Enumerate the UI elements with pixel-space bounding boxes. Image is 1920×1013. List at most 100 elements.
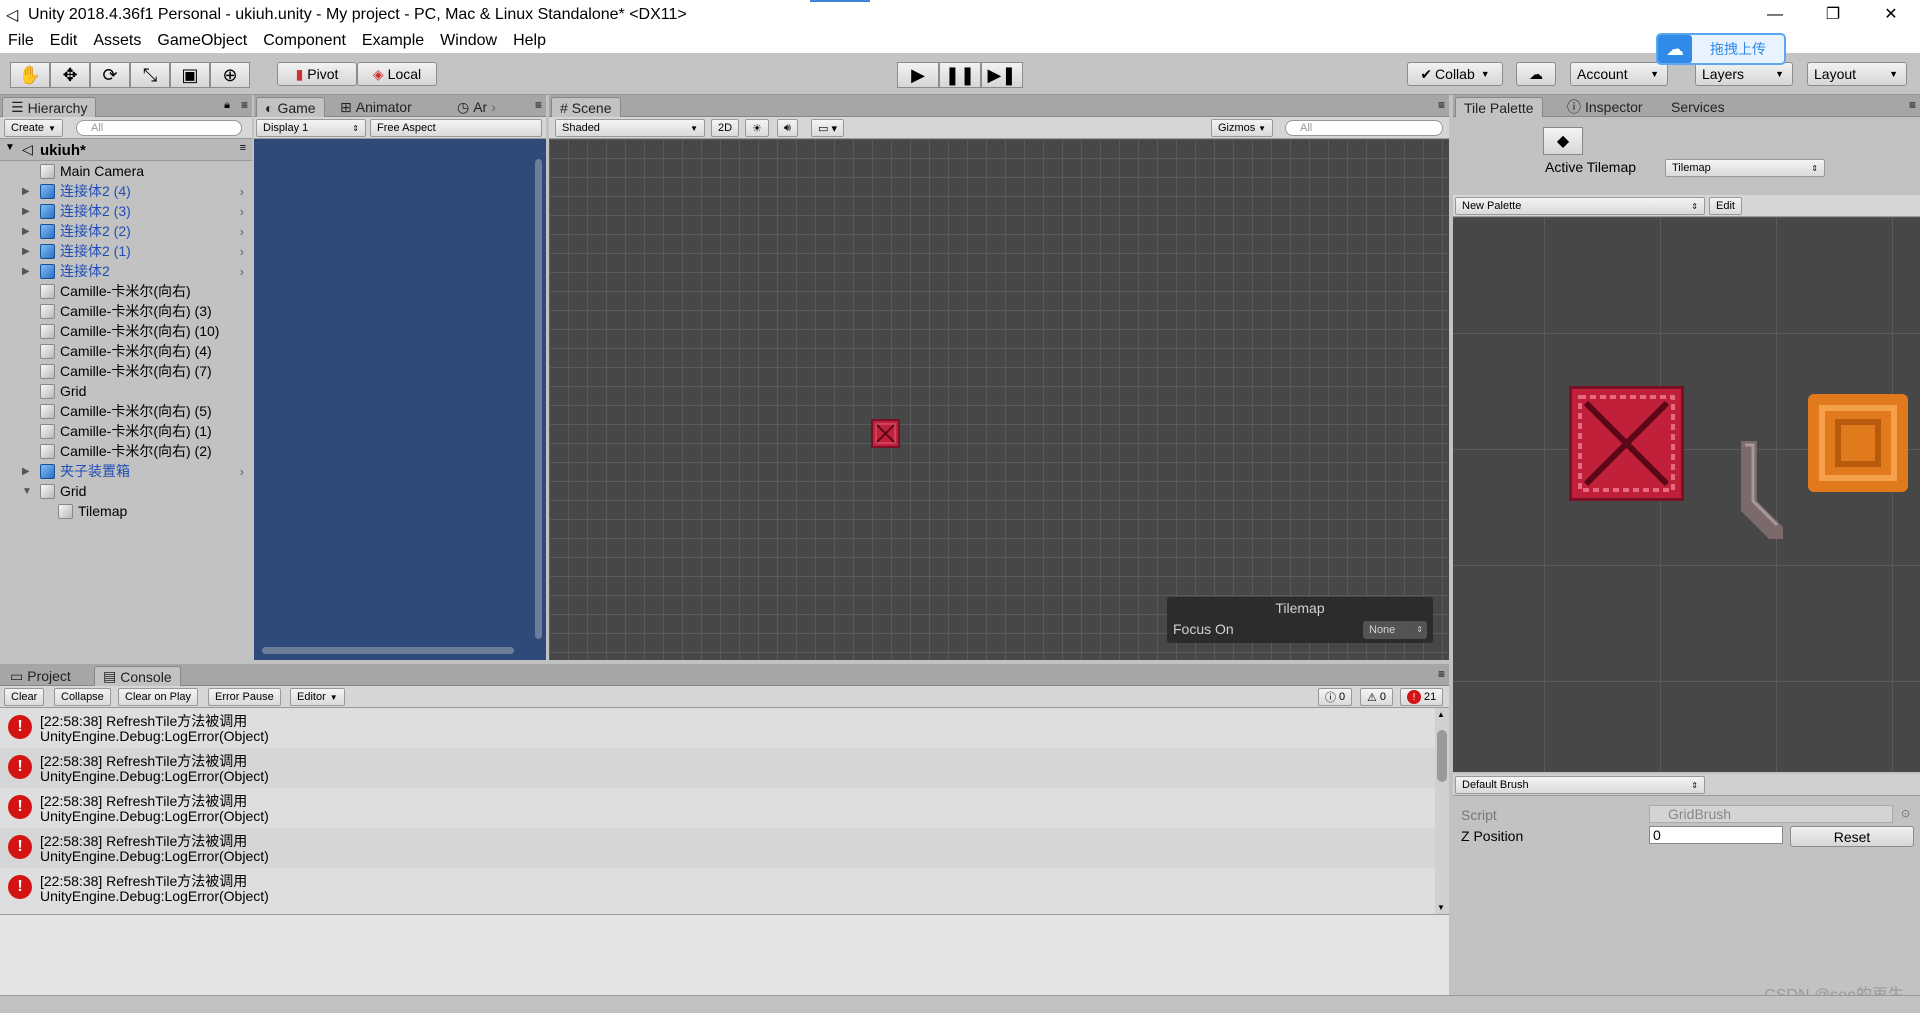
hierarchy-item[interactable]: Camille-卡米尔(向右) (4) xyxy=(0,341,250,361)
hierarchy-item[interactable]: ▶ 连接体2 (3) › xyxy=(0,201,250,221)
expand-arrow-icon[interactable]: ▶ xyxy=(22,466,30,477)
fill-bucket-icon[interactable]: ◆ xyxy=(1543,127,1583,155)
menu-assets[interactable]: Assets xyxy=(85,32,149,50)
hierarchy-item[interactable]: ▼ Grid xyxy=(0,481,250,501)
hierarchy-item[interactable]: ▶ 连接体2 (2) › xyxy=(0,221,250,241)
play-button[interactable]: ▶ xyxy=(897,62,939,88)
pivot-button[interactable]: ▮ Pivot xyxy=(277,62,357,86)
game-view[interactable] xyxy=(254,139,546,660)
menu-help[interactable]: Help xyxy=(505,32,554,50)
menu-gameobject[interactable]: GameObject xyxy=(149,32,255,50)
panel-menu-icon[interactable]: ≡ xyxy=(241,98,248,112)
scroll-down-icon[interactable]: ▼ xyxy=(1437,903,1445,912)
chevron-right-icon[interactable]: › xyxy=(240,464,244,479)
mode-2d-toggle[interactable]: 2D xyxy=(711,119,740,137)
edit-palette-button[interactable]: Edit xyxy=(1709,197,1742,215)
clear-button[interactable]: Clear xyxy=(4,688,45,706)
error-filter-toggle[interactable]: ! 21 xyxy=(1400,688,1444,706)
panel-menu-icon[interactable]: ≡ xyxy=(535,98,542,112)
tab-ar[interactable]: ◷ Ar › xyxy=(449,97,504,117)
maximize-button[interactable]: ❐ xyxy=(1804,0,1862,29)
lighting-toggle-icon[interactable]: ☀ xyxy=(745,119,769,137)
console-log-entry[interactable]: ! [22:58:38] RefreshTile方法被调用 UnityEngine.… xyxy=(0,828,1435,868)
palette-grid[interactable] xyxy=(1453,217,1920,772)
step-button[interactable]: ▶❚ xyxy=(981,62,1023,88)
hierarchy-item[interactable]: Grid xyxy=(0,381,250,401)
local-button[interactable]: ◈ Local xyxy=(357,62,437,86)
console-log-entry[interactable]: ! [22:58:38] RefreshTile方法被调用 UnityEngine.… xyxy=(0,748,1435,788)
scene-view[interactable]: Tilemap Focus On None ⇕ xyxy=(549,139,1449,660)
rect-tool-icon[interactable]: ▣ xyxy=(170,62,210,88)
lock-icon[interactable]: 🔒︎ xyxy=(224,99,230,112)
tab-game[interactable]: ◐ Game xyxy=(256,97,325,117)
tab-animator[interactable]: ⊞ Animator xyxy=(332,97,420,117)
display-dropdown[interactable]: Display 1 ⇕ xyxy=(256,119,366,137)
console-log-entry[interactable]: ! [22:58:38] RefreshTile方法被调用 UnityEngine.… xyxy=(0,868,1435,908)
tab-inspector[interactable]: ⓘ Inspector xyxy=(1559,97,1651,117)
console-scrollbar-track[interactable]: ▲ ▼ xyxy=(1435,708,1449,914)
hierarchy-item[interactable]: Camille-卡米尔(向右) (2) xyxy=(0,441,250,461)
transform-tool-icon[interactable]: ⊕ xyxy=(210,62,250,88)
hierarchy-item[interactable]: Camille-卡米尔(向右) xyxy=(0,281,250,301)
game-vertical-scrollbar[interactable] xyxy=(535,159,542,639)
chevron-right-icon[interactable]: › xyxy=(240,264,244,279)
reset-button[interactable]: Reset xyxy=(1790,826,1914,847)
hierarchy-item[interactable]: Tilemap xyxy=(0,501,250,521)
expand-arrow-icon[interactable]: ▶ xyxy=(22,246,30,257)
layers-dropdown[interactable]: Layers ▼ xyxy=(1695,62,1793,86)
tab-project[interactable]: ▭ Project xyxy=(2,666,79,686)
palette-dropdown[interactable]: New Palette ⇕ xyxy=(1455,197,1705,215)
pause-button[interactable]: ❚❚ xyxy=(939,62,981,88)
cloud-button[interactable]: ☁ xyxy=(1516,62,1556,86)
tab-services[interactable]: Services xyxy=(1663,97,1733,117)
layout-dropdown[interactable]: Layout ▼ xyxy=(1807,62,1907,86)
panel-menu-icon[interactable]: ≡ xyxy=(1909,98,1916,112)
account-dropdown[interactable]: Account ▼ xyxy=(1570,62,1668,86)
palette-arm-tile[interactable] xyxy=(1735,441,1791,541)
scale-tool-icon[interactable]: ⤡ xyxy=(130,62,170,88)
expand-arrow-icon[interactable]: ▶ xyxy=(22,266,30,277)
console-scrollbar-thumb[interactable] xyxy=(1437,730,1447,782)
collapse-arrow-icon[interactable]: ▼ xyxy=(5,142,15,153)
expand-arrow-icon[interactable]: ▶ xyxy=(22,186,30,197)
object-picker-icon[interactable]: ⊙ xyxy=(1901,807,1910,820)
console-log-entry[interactable]: ! [22:58:38] RefreshTile方法被调用 UnityEngine.… xyxy=(0,788,1435,828)
tab-tile-palette[interactable]: Tile Palette xyxy=(1455,97,1543,117)
hand-tool-icon[interactable]: ✋ xyxy=(10,62,50,88)
hierarchy-item[interactable]: Camille-卡米尔(向右) (3) xyxy=(0,301,250,321)
panel-menu-icon[interactable]: ≡ xyxy=(1438,98,1445,112)
close-button[interactable]: ✕ xyxy=(1862,0,1920,29)
menu-file[interactable]: File xyxy=(0,32,42,50)
scene-search-input[interactable]: All xyxy=(1285,120,1443,136)
console-log-entry[interactable]: ! [22:58:38] RefreshTile方法被调用 UnityEngine.… xyxy=(0,708,1435,748)
hierarchy-item[interactable]: Camille-卡米尔(向右) (7) xyxy=(0,361,250,381)
expand-arrow-icon[interactable]: ▶ xyxy=(22,226,30,237)
hierarchy-item[interactable]: Camille-卡米尔(向右) (10) xyxy=(0,321,250,341)
menu-edit[interactable]: Edit xyxy=(42,32,86,50)
menu-component[interactable]: Component xyxy=(255,32,354,50)
hierarchy-item[interactable]: ▶ 连接体2 (1) › xyxy=(0,241,250,261)
hierarchy-item[interactable]: Camille-卡米尔(向右) (5) xyxy=(0,401,250,421)
warning-filter-toggle[interactable]: ⚠ 0 xyxy=(1360,688,1393,706)
rotate-tool-icon[interactable]: ⟳ xyxy=(90,62,130,88)
info-filter-toggle[interactable]: ⓘ 0 xyxy=(1318,688,1353,706)
tab-hierarchy[interactable]: ☰ Hierarchy xyxy=(2,97,97,117)
scene-tile-sprite[interactable] xyxy=(871,419,900,448)
chevron-right-icon[interactable]: › xyxy=(240,244,244,259)
focus-on-dropdown[interactable]: None ⇕ xyxy=(1363,621,1427,639)
move-tool-icon[interactable]: ✥ xyxy=(50,62,90,88)
scroll-up-icon[interactable]: ▲ xyxy=(1437,710,1445,719)
scene-menu-icon[interactable]: ≡ xyxy=(240,142,246,154)
gizmos-dropdown[interactable]: Gizmos ▼ xyxy=(1211,119,1273,137)
clear-on-play-button[interactable]: Clear on Play xyxy=(118,688,199,706)
menu-window[interactable]: Window xyxy=(432,32,505,50)
upload-badge[interactable]: ☁ 拖拽上传 xyxy=(1656,33,1786,65)
hierarchy-item[interactable]: Camille-卡米尔(向右) (1) xyxy=(0,421,250,441)
scene-row[interactable]: ▼ ◁ ukiuh* ≡ xyxy=(0,139,252,161)
expand-arrow-icon[interactable]: ▶ xyxy=(22,206,30,217)
aspect-dropdown[interactable]: Free Aspect xyxy=(370,119,542,137)
audio-toggle-icon[interactable]: 🔊︎ xyxy=(777,119,798,137)
tab-scene[interactable]: # Scene xyxy=(551,97,621,117)
collapse-arrow-icon[interactable]: ▼ xyxy=(22,486,32,497)
hierarchy-item[interactable]: Main Camera xyxy=(0,161,250,181)
